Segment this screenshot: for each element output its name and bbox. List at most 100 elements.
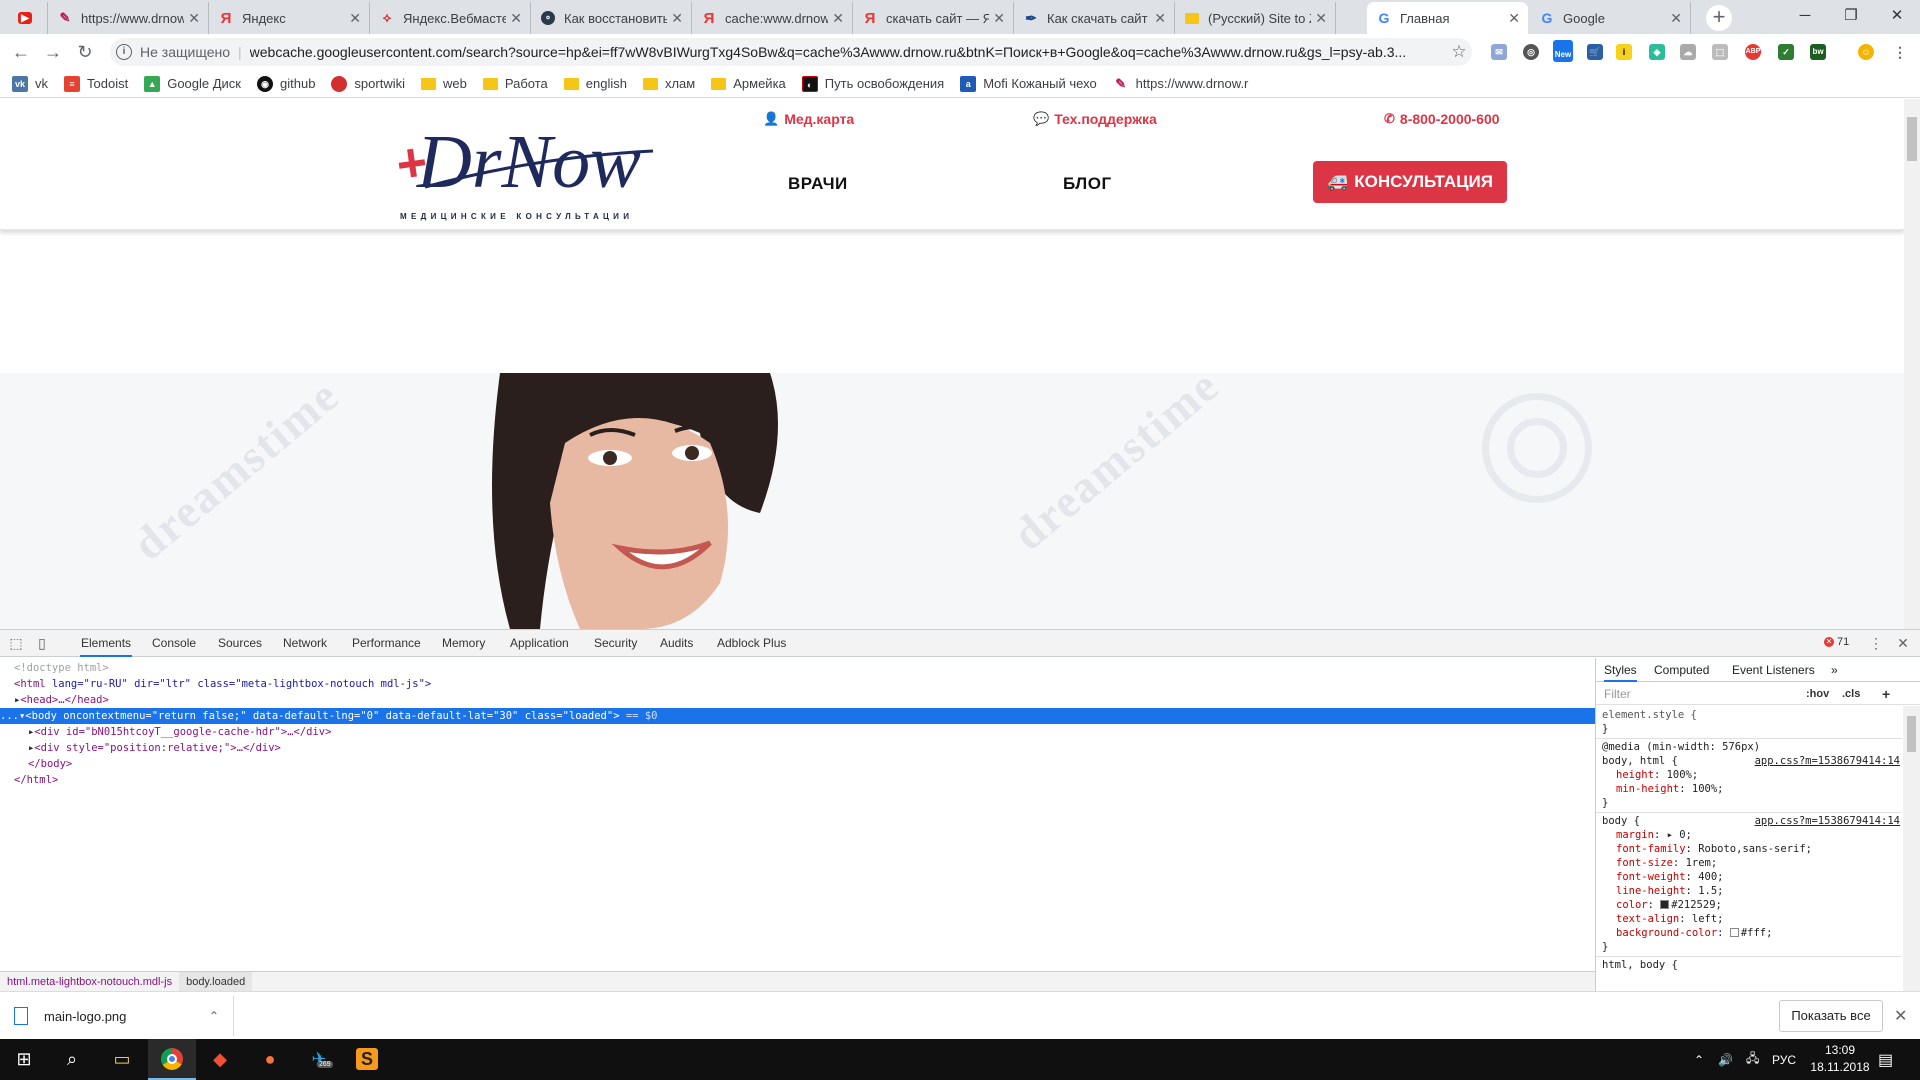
forward-button[interactable]: →	[42, 41, 64, 63]
hov-toggle[interactable]: :hov	[1806, 683, 1829, 705]
bookmark-folder-english[interactable]: english	[563, 76, 627, 91]
device-toggle-icon[interactable]: ▯	[34, 635, 50, 651]
tab-7[interactable]: (Русский) Site to Z ✕	[1175, 2, 1336, 34]
network-icon[interactable]: 🖧	[1746, 1039, 1759, 1080]
devtools-tab-sources[interactable]: Sources	[217, 630, 263, 657]
close-tab-icon[interactable]: ✕	[1315, 10, 1327, 27]
profile-avatar[interactable]: ☺	[1858, 44, 1874, 60]
tab-styles[interactable]: Styles	[1604, 658, 1637, 682]
close-tab-icon[interactable]: ✕	[1508, 10, 1520, 27]
minimize-button[interactable]: ─	[1782, 0, 1828, 30]
medcard-link[interactable]: 👤 Мед.карта	[763, 111, 854, 127]
rule2-selector[interactable]: body {	[1602, 814, 1640, 828]
style-property[interactable]: margin: ▸ 0;	[1602, 828, 1692, 842]
scroll-thumb[interactable]	[1907, 716, 1916, 752]
key-ext-icon[interactable]: i	[1616, 44, 1632, 60]
back-button[interactable]: ←	[10, 41, 32, 63]
support-link[interactable]: 💬 Тех.поддержка	[1033, 111, 1157, 127]
bookmark-google-drive[interactable]: ▲ Google Диск	[144, 75, 241, 92]
close-tab-icon[interactable]: ✕	[1154, 10, 1166, 27]
more-tabs-icon[interactable]: »	[1831, 658, 1838, 682]
close-tab-icon[interactable]: ✕	[1670, 10, 1682, 27]
devtools-tab-security[interactable]: Security	[593, 630, 638, 657]
bookmark-folder-work[interactable]: Работа	[482, 76, 548, 91]
bookmark-vk[interactable]: vk vk	[12, 75, 48, 92]
color-swatch[interactable]	[1660, 900, 1670, 909]
close-tab-icon[interactable]: ✕	[188, 10, 200, 27]
cls-toggle[interactable]: .cls	[1842, 683, 1860, 705]
new-rule-icon[interactable]: +	[1882, 683, 1890, 705]
sync-ext-icon[interactable]: ◎	[1523, 44, 1539, 60]
scroll-thumb[interactable]	[1907, 117, 1917, 161]
phone-link[interactable]: ✆ 8-800-2000-600	[1384, 111, 1500, 127]
close-window-button[interactable]: ✕	[1874, 0, 1920, 30]
bookmark-folder-junk[interactable]: хлам	[642, 76, 695, 91]
sublime-text-icon[interactable]: S	[356, 1048, 378, 1070]
style-property[interactable]: text-align: left;	[1602, 912, 1723, 926]
bookmark-github[interactable]: ◉ github	[257, 75, 315, 92]
style-property[interactable]: background-color: #fff;	[1602, 926, 1772, 940]
style-property[interactable]: min-height: 100%;	[1602, 782, 1723, 796]
devtools-tab-network[interactable]: Network	[282, 630, 328, 657]
color-swatch[interactable]	[1729, 928, 1739, 937]
reload-button[interactable]: ↻	[74, 41, 96, 63]
devtools-tab-application[interactable]: Application	[509, 630, 570, 657]
volume-icon[interactable]: 🔊	[1718, 1039, 1733, 1080]
system-clock[interactable]: 13:09 18.11.2018	[1800, 1042, 1880, 1076]
new-ext-icon[interactable]: New	[1553, 40, 1573, 62]
dom-body-close[interactable]: </body>	[0, 756, 1595, 772]
close-tab-icon[interactable]: ✕	[671, 10, 683, 27]
rule2-source-link[interactable]: app.css?m=1538679414:14	[1755, 814, 1900, 828]
devtools-close-icon[interactable]: ✕	[1895, 635, 1911, 651]
rule3-selector[interactable]: html, body {	[1602, 958, 1678, 972]
tab-4[interactable]: Я cache:www.drnow. ✕	[692, 2, 853, 34]
tab-youtube[interactable]: ▶	[0, 2, 48, 34]
search-icon[interactable]: ⌕	[60, 1047, 84, 1071]
style-property[interactable]: color: #212529;	[1602, 898, 1722, 912]
chevron-up-icon[interactable]: ⌃	[209, 1009, 219, 1023]
url-text[interactable]: webcache.googleusercontent.com/search?so…	[250, 44, 1446, 60]
close-tab-icon[interactable]: ✕	[349, 10, 361, 27]
pdf-ext-icon[interactable]: ⬚	[1712, 44, 1728, 60]
style-property[interactable]: line-height: 1.5;	[1602, 884, 1724, 898]
close-tab-icon[interactable]: ✕	[993, 10, 1005, 27]
bookmark-path[interactable]: ◐ Путь освобождения	[801, 75, 944, 92]
bookmark-aliexpress[interactable]: a Mofi Кожаный чехо	[960, 75, 1097, 92]
nav-doctors[interactable]: ВРАЧИ	[788, 174, 848, 194]
close-tab-icon[interactable]: ✕	[832, 10, 844, 27]
shield-ext-icon[interactable]: ✓	[1778, 44, 1794, 60]
cart-ext-icon[interactable]: 🛒	[1587, 44, 1603, 60]
devtools-tab-elements[interactable]: Elements	[80, 630, 133, 657]
dom-html[interactable]: <html lang="ru-RU" dir="ltr" class="meta…	[0, 676, 1595, 692]
style-property[interactable]: height: 100%;	[1602, 768, 1698, 782]
chrome-icon[interactable]	[160, 1047, 184, 1071]
style-property[interactable]: font-family: Roboto,sans-serif;	[1602, 842, 1812, 856]
restore-button[interactable]: ❐	[1828, 0, 1874, 30]
show-all-button[interactable]: Показать все	[1779, 1000, 1883, 1032]
bookmark-sportwiki[interactable]: sportwiki	[331, 75, 405, 92]
save-ext-icon[interactable]: ◈	[1649, 44, 1665, 60]
dom-body-selected[interactable]: ...▾<body oncontextmenu="return false;" …	[0, 708, 1595, 724]
element-style-rule[interactable]: element.style {	[1602, 708, 1697, 722]
bookmark-star-icon[interactable]: ☆	[1446, 42, 1472, 62]
tab-computed[interactable]: Computed	[1654, 658, 1709, 682]
new-tab-button[interactable]: +	[1706, 5, 1732, 31]
devtools-tab-performance[interactable]: Performance	[351, 630, 422, 657]
git-icon[interactable]: ◆	[208, 1047, 232, 1071]
tab-5[interactable]: Я скачать сайт — Ян ✕	[853, 2, 1014, 34]
info-icon[interactable]: i	[116, 44, 132, 60]
devtools-tab-memory[interactable]: Memory	[441, 630, 486, 657]
menu-kebab-icon[interactable]: ⋮	[1892, 44, 1908, 60]
error-counter[interactable]: ✕ 71	[1824, 636, 1849, 648]
windows-start-icon[interactable]: ⊞	[12, 1047, 36, 1071]
tab-2[interactable]: ⟡ Яндекс.Вебмастер ✕	[370, 2, 531, 34]
rule1-source-link[interactable]: app.css?m=1538679414:14	[1755, 754, 1900, 768]
tab-9[interactable]: G Google ✕	[1530, 2, 1691, 34]
bookmark-folder-army[interactable]: Армейка	[711, 76, 786, 91]
notifications-icon[interactable]: ▤	[1878, 1039, 1893, 1080]
cloud-ext-icon[interactable]: ☁	[1680, 44, 1696, 60]
devtools-tab-adblock[interactable]: Adblock Plus	[716, 630, 787, 657]
tab-0[interactable]: ✎ https://www.drnow. ✕	[48, 2, 209, 34]
inspect-element-icon[interactable]: ⬚	[8, 635, 24, 651]
tab-8-active[interactable]: G Главная ✕	[1367, 2, 1528, 34]
